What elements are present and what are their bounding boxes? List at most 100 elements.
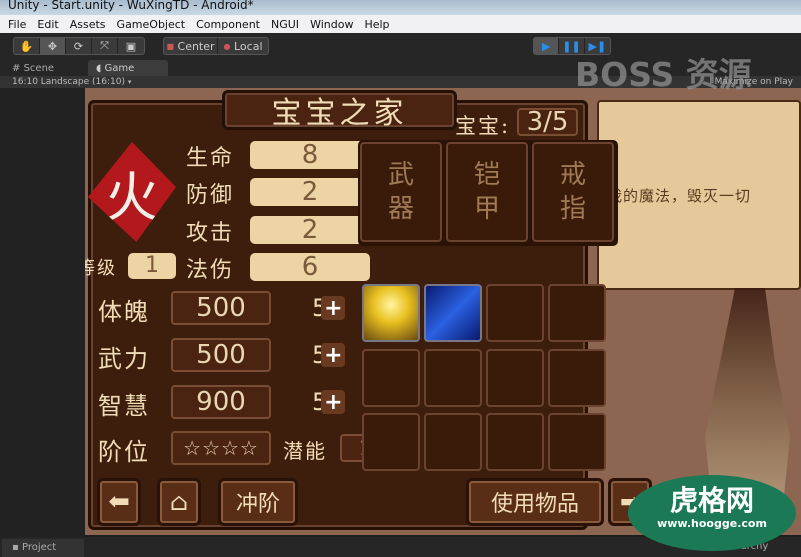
menu-assets[interactable]: Assets bbox=[70, 18, 106, 31]
stat-magic-value: 6 bbox=[250, 253, 370, 281]
level-value: 1 bbox=[128, 253, 176, 279]
attr-force-value: 500 bbox=[171, 338, 271, 372]
move-icon[interactable]: ✥ bbox=[40, 38, 66, 54]
stat-attack-value: 2 bbox=[250, 216, 370, 244]
menu-bar: File Edit Assets GameObject Component NG… bbox=[0, 15, 801, 33]
advance-button[interactable]: 冲阶 bbox=[218, 478, 298, 526]
dialogue-bubble: 我的魔法，毁灭一切 bbox=[597, 100, 801, 290]
equip-slot-armor[interactable]: 铠甲 bbox=[446, 142, 528, 242]
inventory-slot[interactable] bbox=[362, 413, 420, 472]
title-banner: 宝宝之家 bbox=[222, 90, 457, 131]
menu-gameobject[interactable]: GameObject bbox=[117, 18, 186, 31]
pivot-local-button[interactable]: ● Local bbox=[218, 38, 268, 54]
pacman-icon: ◖ bbox=[96, 62, 102, 74]
rank-stars: ☆☆☆☆ bbox=[171, 431, 271, 465]
inventory-slot[interactable] bbox=[548, 413, 606, 472]
stat-hp-label: 生命 bbox=[186, 146, 235, 171]
inventory-slot-lightning-skill[interactable] bbox=[424, 284, 482, 342]
tab-game-label: Game bbox=[104, 62, 135, 74]
slot-label: 器 bbox=[387, 194, 414, 224]
watermark-title: 虎格网 bbox=[669, 484, 754, 517]
page-title: 宝宝之家 bbox=[271, 96, 408, 131]
dialogue-text: 我的魔法，毁灭一切 bbox=[607, 186, 752, 205]
stat-defense-label: 防御 bbox=[186, 183, 235, 208]
slot-label: 甲 bbox=[473, 194, 500, 224]
stat-magic-label: 法伤 bbox=[186, 258, 235, 283]
level-label: 等级 bbox=[85, 258, 117, 279]
stat-hp-value: 8 bbox=[250, 141, 370, 169]
attr-physique-label: 体魄 bbox=[98, 298, 150, 326]
slot-label: 戒 bbox=[559, 160, 586, 190]
tab-project-label: Project bbox=[21, 542, 57, 553]
tab-scene[interactable]: # Scene bbox=[4, 60, 84, 76]
plus-icon: + bbox=[321, 390, 346, 415]
rotate-icon[interactable]: ⟳ bbox=[66, 38, 92, 54]
equip-slot-weapon[interactable]: 武器 bbox=[360, 142, 442, 242]
inventory-slot[interactable] bbox=[424, 413, 482, 472]
potential-label: 潜能 bbox=[283, 439, 327, 463]
attr-wisdom-label: 智慧 bbox=[98, 392, 150, 420]
equipment-panel: 武器 铠甲 戒指 bbox=[358, 140, 618, 246]
inventory-slot[interactable] bbox=[548, 284, 606, 342]
attr-physique-value: 500 bbox=[171, 291, 271, 325]
attr-force-label: 武力 bbox=[98, 345, 150, 373]
home-button[interactable]: ⌂ bbox=[157, 478, 201, 526]
inventory-slot[interactable] bbox=[362, 348, 420, 407]
inventory-slot[interactable] bbox=[548, 348, 606, 407]
menu-window[interactable]: Window bbox=[310, 18, 353, 31]
watermark-url: www.hoogge.com bbox=[657, 517, 767, 530]
attr-physique-plus-button[interactable]: 5 + bbox=[312, 292, 352, 324]
folder-icon: ▪ bbox=[12, 542, 19, 553]
back-button[interactable]: ⬅ bbox=[97, 478, 141, 526]
chevron-down-icon: ▾ bbox=[127, 78, 132, 86]
attr-wisdom-value: 900 bbox=[171, 385, 271, 419]
inventory-grid bbox=[362, 284, 612, 474]
window-title: Unity - Start.unity - WuXingTD - Android… bbox=[8, 0, 254, 12]
rect-icon[interactable]: ▣ bbox=[118, 38, 144, 54]
inventory-slot[interactable] bbox=[486, 348, 544, 407]
equip-slot-ring[interactable]: 戒指 bbox=[532, 142, 614, 242]
inventory-slot[interactable] bbox=[424, 348, 482, 407]
advance-label: 冲阶 bbox=[235, 492, 280, 517]
tab-game[interactable]: ◖ Game bbox=[88, 60, 168, 76]
pet-count-label: 宝宝: bbox=[455, 114, 511, 138]
attr-force-plus-button[interactable]: 5 + bbox=[312, 339, 352, 371]
scale-icon[interactable]: ⤧ bbox=[92, 38, 118, 54]
window-title-bar: Unity - Start.unity - WuXingTD - Android… bbox=[0, 0, 801, 15]
menu-component[interactable]: Component bbox=[196, 18, 260, 31]
slot-label: 指 bbox=[559, 194, 586, 224]
use-item-label: 使用物品 bbox=[490, 492, 579, 517]
plus-icon: + bbox=[321, 343, 346, 368]
arrow-left-icon: ⬅ bbox=[108, 487, 130, 517]
pivot-center-button[interactable]: ■ Center bbox=[164, 38, 218, 54]
menu-file[interactable]: File bbox=[8, 18, 26, 31]
tab-scene-label: Scene bbox=[23, 62, 55, 74]
menu-help[interactable]: Help bbox=[364, 18, 389, 31]
rank-label: 阶位 bbox=[98, 438, 150, 466]
use-item-button[interactable]: 使用物品 bbox=[466, 478, 604, 526]
stat-defense-value: 2 bbox=[250, 178, 370, 206]
home-icon: ⌂ bbox=[169, 488, 189, 516]
grid-icon: # bbox=[12, 62, 21, 74]
slot-label: 铠 bbox=[473, 160, 500, 190]
inventory-slot-monk-portrait[interactable] bbox=[362, 284, 420, 342]
inventory-slot[interactable] bbox=[486, 284, 544, 342]
watermark-text: BOSS 资源 bbox=[575, 55, 752, 94]
menu-edit[interactable]: Edit bbox=[37, 18, 58, 31]
resolution-dropdown[interactable]: 16:10 Landscape (16:10) bbox=[12, 77, 125, 87]
pivot-label: Center bbox=[177, 39, 215, 53]
space-label: Local bbox=[233, 39, 263, 53]
tab-project[interactable]: ▪ Project bbox=[2, 539, 84, 557]
inventory-slot[interactable] bbox=[486, 413, 544, 472]
attr-wisdom-plus-button[interactable]: 5 + bbox=[312, 386, 352, 418]
slot-label: 武 bbox=[387, 160, 414, 190]
play-icon[interactable]: ▶ bbox=[534, 38, 560, 54]
hoogge-watermark: 虎格网 www.hoogge.com bbox=[628, 475, 796, 551]
pet-count: 3/5 bbox=[517, 108, 578, 136]
plus-icon: + bbox=[321, 296, 346, 321]
stat-attack-label: 攻击 bbox=[186, 221, 235, 246]
hand-icon[interactable]: ✋ bbox=[14, 38, 40, 54]
boss-watermark: BOSS 资源 bbox=[575, 48, 752, 96]
left-panel bbox=[0, 88, 85, 537]
menu-ngui[interactable]: NGUI bbox=[271, 18, 299, 31]
